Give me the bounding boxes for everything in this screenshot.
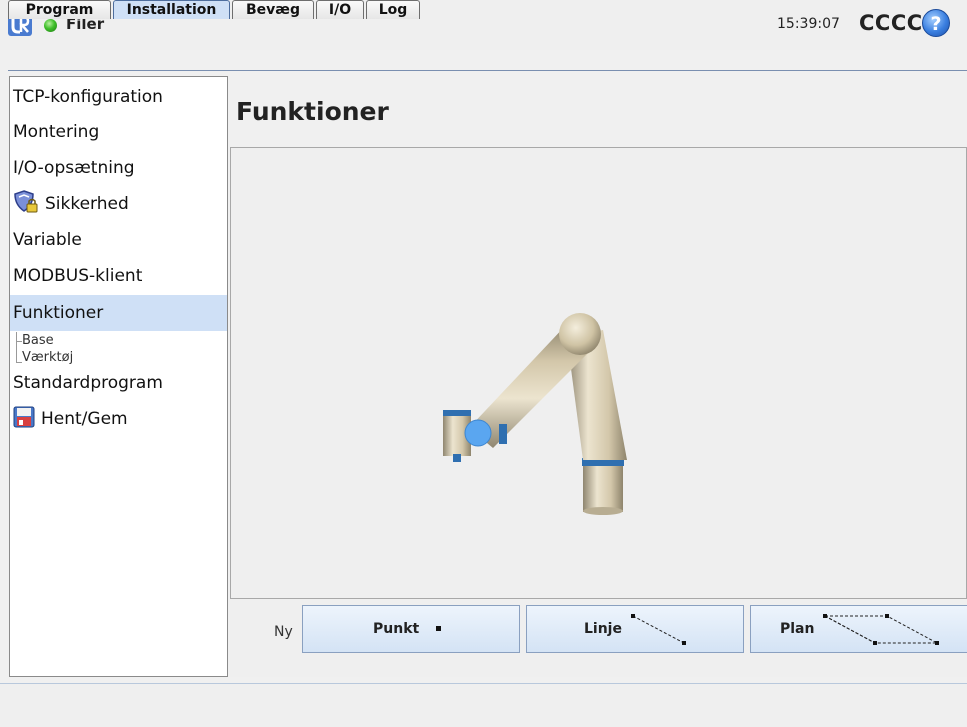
tab-program[interactable]: Program [8,0,111,19]
sidebar-item-mounting[interactable]: Montering [10,114,227,150]
point-icon [436,626,441,631]
new-feature-label: Ny [274,624,293,640]
robot-arm-graphic[interactable] [231,148,966,598]
sidebar-item-label: Sikkerhed [45,194,129,214]
shield-lock-icon [14,190,38,213]
button-label: Plan [780,621,815,637]
sidebar-item-default-program[interactable]: Standardprogram [10,365,227,401]
feature-tool[interactable]: Værktøj [22,350,73,365]
robot-name: CCCC [859,11,923,35]
line-icon [631,614,686,645]
sidebar-item-label: TCP-konfiguration [13,87,163,107]
sidebar-item-variables[interactable]: Variable [10,222,227,258]
plane-icon [823,614,939,645]
sidebar-item-io-setup[interactable]: I/O-opsætning [10,150,227,186]
robot-status-icon [44,19,57,32]
sidebar-item-load-save[interactable]: Hent/Gem [10,401,227,437]
feature-base[interactable]: Base [22,333,54,348]
page-title: Funktioner [236,97,389,126]
footer-bar [0,684,967,727]
sidebar-item-tcp[interactable]: TCP-konfiguration [10,79,227,115]
sidebar-item-label: Hent/Gem [41,409,128,429]
robot-3d-view[interactable] [230,147,967,599]
sidebar-item-label: I/O-opsætning [13,158,135,178]
button-label: Punkt [373,621,420,637]
button-label: Linje [584,621,622,637]
sidebar-item-label: Montering [13,122,100,142]
tab-installation[interactable]: Installation [113,0,230,19]
add-plane-button[interactable]: Plan [750,605,967,653]
help-button[interactable]: ? [922,9,950,37]
add-point-button[interactable]: Punkt [302,605,520,653]
floppy-disk-icon [13,406,35,428]
tab-divider [8,70,967,71]
sidebar-item-label: MODBUS-klient [13,266,143,286]
installation-sidebar: TCP-konfiguration Montering I/O-opsætnin… [9,76,228,677]
add-line-button[interactable]: Linje [526,605,744,653]
tab-io[interactable]: I/O [316,0,364,19]
tree-line [16,332,17,363]
sidebar-item-safety[interactable]: Sikkerhed [10,186,227,222]
tab-log[interactable]: Log [366,0,420,19]
clock: 15:39:07 [777,16,840,32]
tab-move[interactable]: Bevæg [232,0,314,19]
sidebar-item-features[interactable]: Funktioner [10,295,227,331]
sidebar-item-label: Funktioner [13,303,104,323]
sidebar-item-label: Standardprogram [13,373,163,393]
sidebar-item-label: Variable [13,230,82,250]
sidebar-item-modbus[interactable]: MODBUS-klient [10,258,227,294]
